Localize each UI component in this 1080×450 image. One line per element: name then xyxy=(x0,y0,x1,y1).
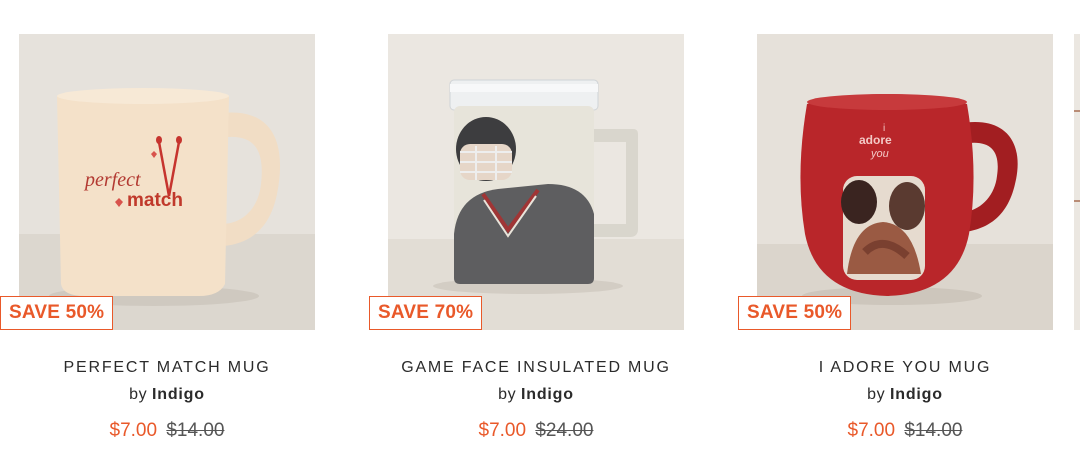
brand-link[interactable]: Indigo xyxy=(890,386,943,403)
discount-badge: SAVE 50% xyxy=(738,296,852,330)
product-title[interactable]: I ADORE YOU MUG xyxy=(727,359,1080,377)
product-card[interactable]: SAVE 70% GAME FACE INSULATED MUG by Indi… xyxy=(369,34,684,441)
product-card[interactable]: perfect match SAVE 50% PERFECT MATCH MUG… xyxy=(0,34,315,441)
brand-line: by Indigo xyxy=(358,386,714,404)
price-line: $7.00 $14.00 xyxy=(0,420,345,442)
by-label: by xyxy=(498,386,517,403)
by-label: by xyxy=(129,386,148,403)
price-line: $7.00 $24.00 xyxy=(358,420,714,442)
product-title[interactable]: GAME FACE INSULATED MUG xyxy=(358,359,714,377)
brand-link[interactable]: Indigo xyxy=(521,386,574,403)
brand-line: by Indigo xyxy=(0,386,345,404)
sale-price: $7.00 xyxy=(847,420,896,441)
original-price: $14.00 xyxy=(166,420,225,441)
sale-price: $7.00 xyxy=(478,420,527,441)
discount-badge: SAVE 50% xyxy=(0,296,114,330)
price-line: $7.00 $14.00 xyxy=(727,420,1080,442)
discount-badge: SAVE 70% xyxy=(369,296,483,330)
brand-link[interactable]: Indigo xyxy=(152,386,205,403)
next-product-image-edge[interactable] xyxy=(1074,34,1080,330)
mug-text-adore: adore xyxy=(859,133,892,147)
product-title[interactable]: PERFECT MATCH MUG xyxy=(0,359,345,377)
mug-text-line2: match xyxy=(127,190,183,211)
mug-text-line1: perfect xyxy=(83,169,141,191)
product-card[interactable]: i adore you SAVE 50% I ADORE YOU MUG by … xyxy=(738,34,1053,441)
sale-price: $7.00 xyxy=(109,420,158,441)
edge-detail xyxy=(1074,110,1080,112)
i-adore-you-mug-image: i adore you xyxy=(757,34,1053,330)
product-grid: perfect match SAVE 50% PERFECT MATCH MUG… xyxy=(0,0,1080,450)
brand-line: by Indigo xyxy=(727,386,1080,404)
product-image-link[interactable]: SAVE 70% xyxy=(369,34,684,330)
perfect-match-mug-image: perfect match xyxy=(19,34,315,330)
product-image-link[interactable]: perfect match SAVE 50% xyxy=(0,34,315,330)
original-price: $24.00 xyxy=(535,420,594,441)
edge-detail xyxy=(1074,200,1080,202)
by-label: by xyxy=(867,386,886,403)
mug-text-you: you xyxy=(870,148,889,160)
product-image-link[interactable]: i adore you SAVE 50% xyxy=(738,34,1053,330)
original-price: $14.00 xyxy=(904,420,963,441)
game-face-mug-image xyxy=(388,34,684,330)
